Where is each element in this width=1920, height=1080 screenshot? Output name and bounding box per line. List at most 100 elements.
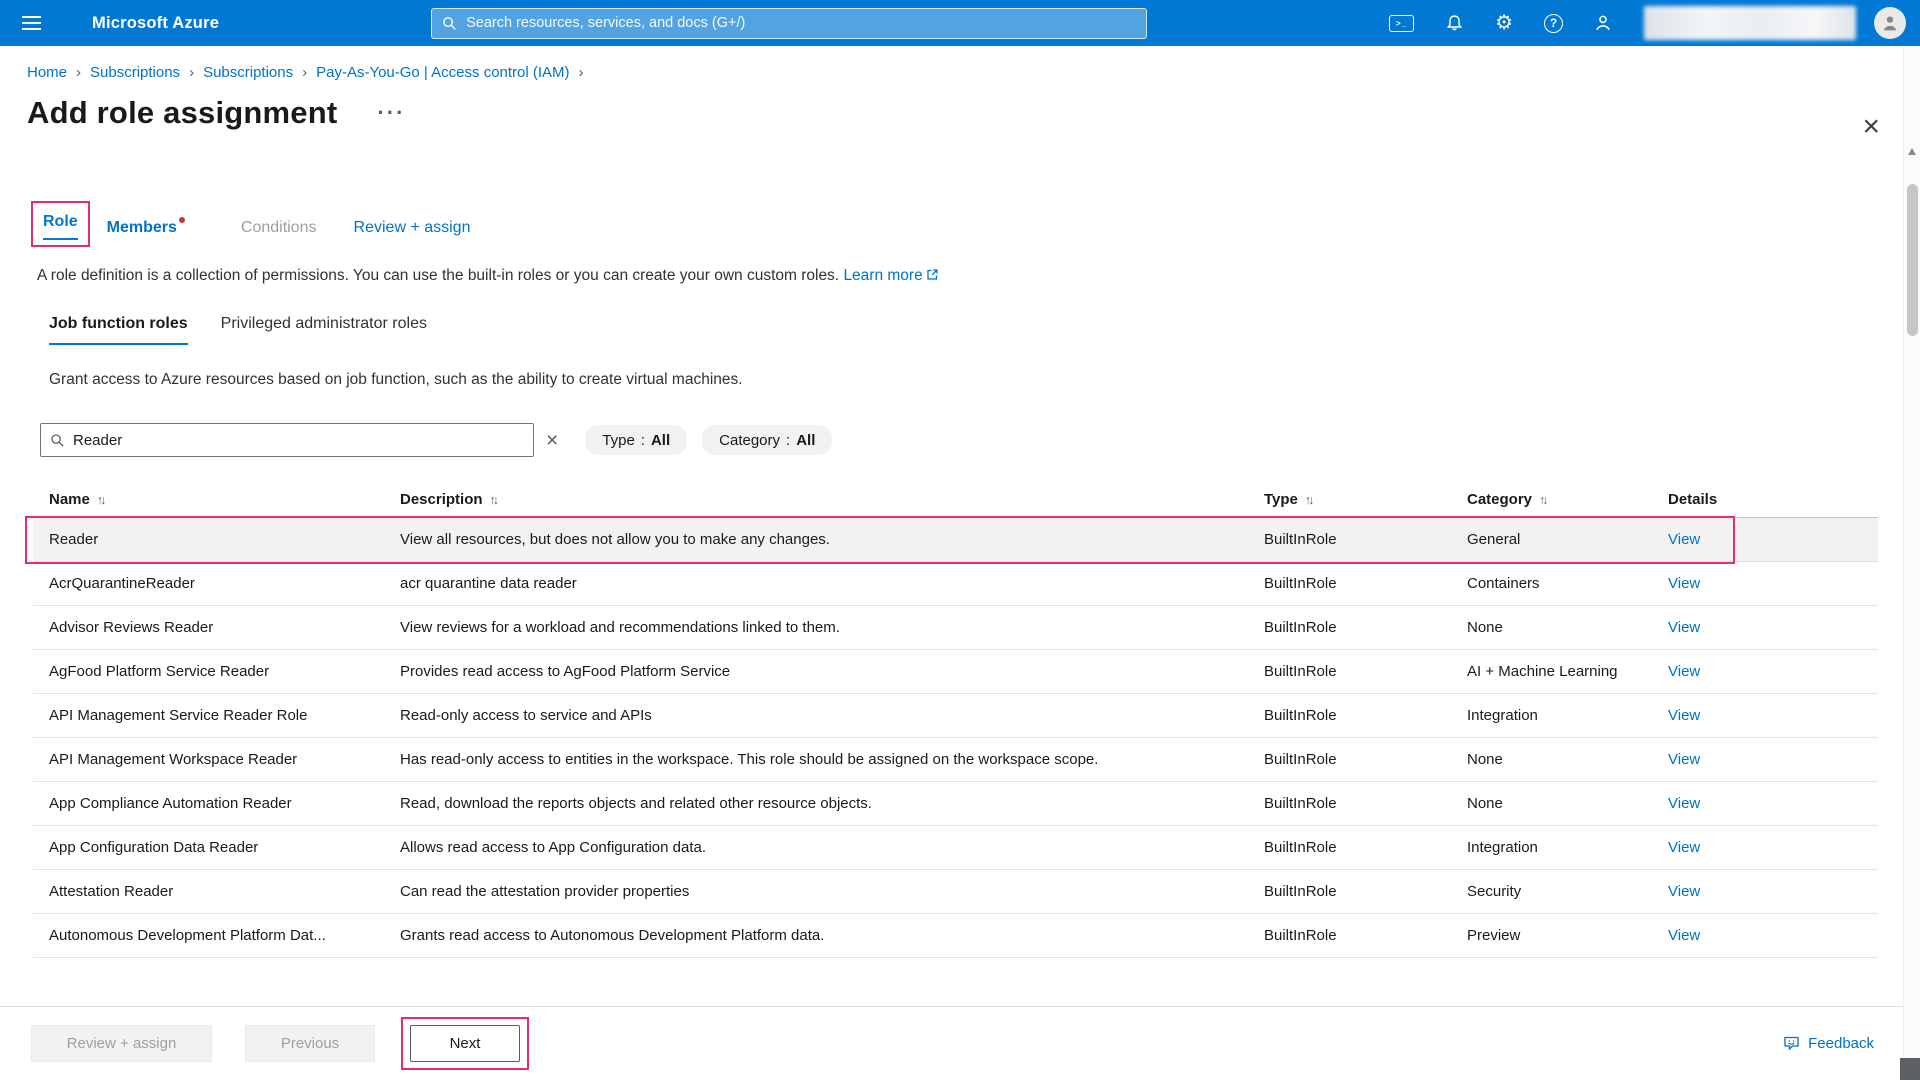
view-details-link[interactable]: View <box>1668 927 1700 944</box>
cloud-shell-icon[interactable]: >_ <box>1389 10 1414 36</box>
column-header-category[interactable]: Category <box>1467 491 1668 508</box>
view-details-link[interactable]: View <box>1668 619 1700 636</box>
filter-pills: Type:All Category:All <box>585 425 832 455</box>
view-details-link[interactable]: View <box>1668 531 1700 548</box>
pill-label: Category <box>719 432 780 449</box>
cell-type: BuiltInRole <box>1264 663 1467 680</box>
feedback-person-icon[interactable] <box>1594 10 1612 36</box>
table-row[interactable]: AcrQuarantineReaderacr quarantine data r… <box>33 562 1878 606</box>
view-details-link[interactable]: View <box>1668 839 1700 856</box>
cell-category: Containers <box>1467 575 1668 592</box>
cell-type: BuiltInRole <box>1264 795 1467 812</box>
breadcrumb-separator-icon <box>293 64 316 81</box>
table-row[interactable]: Advisor Reviews ReaderView reviews for a… <box>33 606 1878 650</box>
tab-review-assign[interactable]: Review + assign <box>354 219 471 247</box>
breadcrumb-link[interactable]: Pay-As-You-Go | Access control (IAM) <box>316 64 569 81</box>
cell-category: Integration <box>1467 839 1668 856</box>
footer-bar: Review + assign Previous Next Feedback <box>0 1006 1920 1080</box>
more-options-icon[interactable] <box>377 100 405 126</box>
search-icon <box>442 16 466 31</box>
cell-details: View <box>1668 927 1818 944</box>
column-header-type[interactable]: Type <box>1264 491 1467 508</box>
scroll-up-arrow-icon[interactable] <box>1908 148 1916 155</box>
learn-more-link[interactable]: Learn more <box>843 267 938 284</box>
cell-details: View <box>1668 619 1818 636</box>
cell-name: App Compliance Automation Reader <box>49 795 400 812</box>
cell-name: Advisor Reviews Reader <box>49 619 400 636</box>
cell-description: acr quarantine data reader <box>400 575 1264 592</box>
filter-pill-category[interactable]: Category:All <box>702 425 832 455</box>
breadcrumb-link[interactable]: Home <box>27 64 67 81</box>
review-assign-button: Review + assign <box>31 1025 212 1062</box>
filter-pill-type[interactable]: Type:All <box>585 425 687 455</box>
grant-access-text: Grant access to Azure resources based on… <box>49 371 1920 389</box>
table-row[interactable]: Attestation ReaderCan read the attestati… <box>33 870 1878 914</box>
column-label: Details <box>1668 491 1717 508</box>
role-search-box[interactable] <box>40 423 534 457</box>
tab-job-function-roles[interactable]: Job function roles <box>49 315 188 345</box>
cell-details: View <box>1668 795 1818 812</box>
tab-conditions: Conditions <box>241 219 317 247</box>
breadcrumb-link[interactable]: Subscriptions <box>90 64 180 81</box>
clear-search-icon[interactable] <box>546 430 558 451</box>
cell-type: BuiltInRole <box>1264 707 1467 724</box>
tab-members-label: Members <box>107 219 177 236</box>
cell-name: API Management Service Reader Role <box>49 707 400 724</box>
feedback-link[interactable]: Feedback <box>1783 1035 1874 1052</box>
account-info-redacted <box>1644 6 1856 40</box>
view-details-link[interactable]: View <box>1668 795 1700 812</box>
close-icon[interactable] <box>1862 112 1880 142</box>
cell-name: API Management Workspace Reader <box>49 751 400 768</box>
feedback-label: Feedback <box>1808 1035 1874 1052</box>
table-row[interactable]: ReaderView all resources, but does not a… <box>33 518 1878 562</box>
members-alert-dot <box>179 217 185 223</box>
breadcrumb-link[interactable]: Subscriptions <box>203 64 293 81</box>
global-search[interactable] <box>431 8 1147 39</box>
next-button[interactable]: Next <box>410 1025 520 1062</box>
role-search-input[interactable] <box>73 432 524 449</box>
scrollbar-thumb[interactable] <box>1907 184 1918 336</box>
tab-members[interactable]: Members <box>107 219 177 247</box>
table-row[interactable]: AgFood Platform Service ReaderProvides r… <box>33 650 1878 694</box>
global-search-input[interactable] <box>466 15 1136 31</box>
tabs: Role Members Conditions Review + assign <box>31 201 1920 247</box>
cell-name: Attestation Reader <box>49 883 400 900</box>
breadcrumb-separator-icon <box>180 64 203 81</box>
cell-description: Grants read access to Autonomous Develop… <box>400 927 1264 944</box>
view-details-link[interactable]: View <box>1668 751 1700 768</box>
avatar[interactable] <box>1874 7 1906 39</box>
breadcrumb-separator-icon <box>570 64 593 81</box>
view-details-link[interactable]: View <box>1668 883 1700 900</box>
vertical-scrollbar[interactable] <box>1903 46 1920 1080</box>
cell-category: Security <box>1467 883 1668 900</box>
view-details-link[interactable]: View <box>1668 707 1700 724</box>
table-header: Name Description Type Category Details <box>33 481 1878 518</box>
view-details-link[interactable]: View <box>1668 575 1700 592</box>
role-table-body: ReaderView all resources, but does not a… <box>33 518 1878 958</box>
notifications-bell-icon[interactable] <box>1445 10 1464 36</box>
hamburger-menu-icon[interactable] <box>18 8 52 38</box>
column-header-description[interactable]: Description <box>400 491 1264 508</box>
table-row[interactable]: App Compliance Automation ReaderRead, do… <box>33 782 1878 826</box>
cell-type: BuiltInRole <box>1264 751 1467 768</box>
sort-icon <box>1532 491 1546 508</box>
table-row[interactable]: API Management Service Reader RoleRead-o… <box>33 694 1878 738</box>
cell-description: Read, download the reports objects and r… <box>400 795 1264 812</box>
cell-category: General <box>1467 531 1668 548</box>
cell-details: View <box>1668 531 1818 548</box>
brand-link[interactable]: Microsoft Azure <box>92 14 219 33</box>
column-header-name[interactable]: Name <box>49 491 400 508</box>
tab-privileged-admin-roles[interactable]: Privileged administrator roles <box>221 315 427 345</box>
table-row[interactable]: API Management Workspace ReaderHas read-… <box>33 738 1878 782</box>
cell-category: None <box>1467 751 1668 768</box>
table-row[interactable]: App Configuration Data ReaderAllows read… <box>33 826 1878 870</box>
topbar: Microsoft Azure >_ ⚙ ? <box>0 0 1920 46</box>
cell-details: View <box>1668 575 1818 592</box>
cell-details: View <box>1668 751 1818 768</box>
view-details-link[interactable]: View <box>1668 663 1700 680</box>
tab-role[interactable]: Role <box>43 213 78 240</box>
cell-type: BuiltInRole <box>1264 619 1467 636</box>
help-icon[interactable]: ? <box>1544 10 1563 36</box>
table-row[interactable]: Autonomous Development Platform Dat...Gr… <box>33 914 1878 958</box>
settings-gear-icon[interactable]: ⚙ <box>1495 10 1513 36</box>
